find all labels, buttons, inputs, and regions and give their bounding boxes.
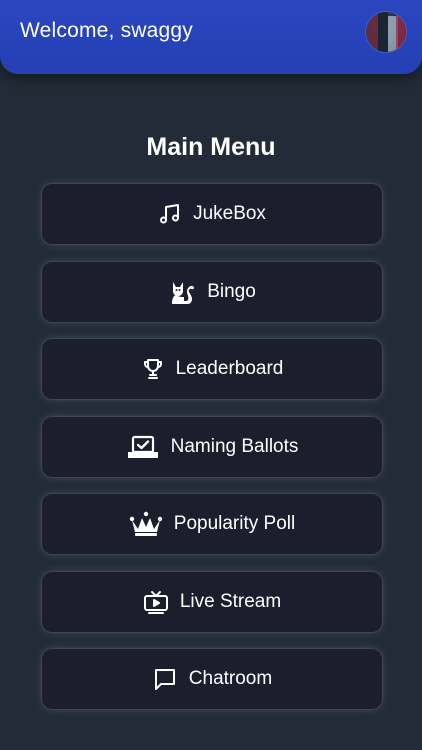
leaderboard-button[interactable]: Leaderboard — [42, 339, 382, 399]
welcome-text: Welcome, swaggy — [20, 19, 194, 42]
app-header: Welcome, swaggy — [0, 0, 422, 74]
music-note-icon — [158, 202, 182, 226]
leaderboard-label: Leaderboard — [175, 358, 284, 379]
live-stream-button[interactable]: Live Stream — [42, 571, 382, 632]
bingo-button[interactable]: Bingo — [42, 261, 382, 322]
naming-ballots-button[interactable]: Naming Ballots — [42, 416, 382, 477]
tv-play-icon — [143, 590, 169, 614]
crown-icon — [129, 511, 163, 537]
ballot-box-icon — [126, 435, 160, 459]
live-stream-label: Live Stream — [179, 590, 282, 612]
trophy-icon — [141, 357, 165, 381]
jukebox-label: JukeBox — [193, 203, 266, 224]
naming-ballots-label: Naming Ballots — [170, 435, 299, 457]
avatar[interactable] — [366, 12, 406, 52]
bingo-label: Bingo — [207, 280, 256, 302]
page-title: Main Menu — [146, 133, 276, 161]
main-menu: JukeBox Bingo Leaderboard Naming Ballots… — [42, 184, 382, 727]
jukebox-button[interactable]: JukeBox — [42, 184, 382, 244]
popularity-poll-label: Popularity Poll — [173, 513, 296, 534]
chatroom-button[interactable]: Chatroom — [42, 649, 382, 709]
cat-icon — [168, 279, 196, 305]
popularity-poll-button[interactable]: Popularity Poll — [42, 494, 382, 554]
chatroom-label: Chatroom — [188, 668, 273, 689]
chat-bubble-icon — [152, 666, 178, 692]
